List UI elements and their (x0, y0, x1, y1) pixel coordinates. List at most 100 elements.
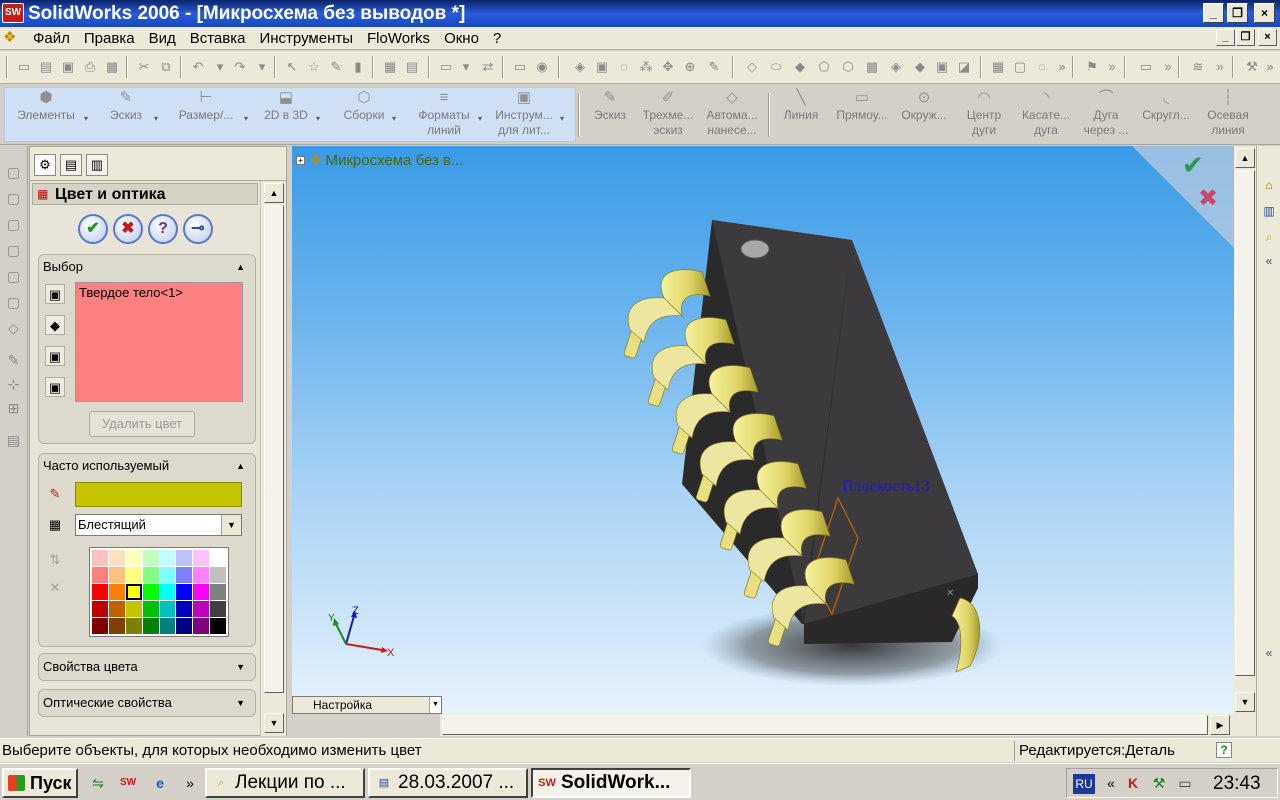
3d-view-icon[interactable]: ◈ (572, 59, 588, 75)
overflow-chevron-icon[interactable]: » (1212, 59, 1228, 75)
chevron-down-icon[interactable]: ▾ (316, 111, 320, 126)
palette-swatch[interactable] (142, 567, 159, 583)
property-manager-tab-icon[interactable]: ▤ (60, 154, 82, 176)
restore-button[interactable]: ❐ (1227, 3, 1248, 23)
cmd-assemblies[interactable]: ⬡ Сборки ▾ (338, 88, 396, 140)
select-bodies-icon[interactable]: ▣ (45, 346, 65, 366)
copy-icon[interactable]: ⧉ (158, 59, 174, 75)
cmd-centerline[interactable]: ┆ Осевая линия (1202, 88, 1254, 140)
chevron-down-icon[interactable]: ▼ (221, 515, 241, 535)
viewport-horizontal-scrollbar[interactable]: ▶ (440, 714, 1256, 736)
layers-icon[interactable]: ▤ (5, 432, 22, 449)
pattern-icon[interactable]: ▢ (1012, 59, 1028, 75)
cmd-line-formats[interactable]: ≡ Форматы линий ▾ (412, 88, 482, 140)
eyedropper-icon[interactable]: ✎ (45, 484, 65, 504)
redo-dropdown-icon[interactable]: ▾ (254, 59, 270, 75)
help-icon[interactable]: ? (1216, 742, 1232, 758)
open-icon[interactable]: ▤ (38, 59, 54, 75)
palette-swatch[interactable] (125, 584, 142, 600)
task-lectures[interactable]: ⌕ Лекции по ... (205, 768, 365, 798)
cmd-3point-arc[interactable]: ⌒ Дуга через ... (1080, 88, 1132, 140)
palette-swatch[interactable] (125, 618, 142, 634)
scroll-down-icon[interactable]: ▼ (264, 713, 284, 733)
palette-swatch[interactable] (108, 567, 125, 583)
rotate-icon[interactable]: ⁂ (638, 59, 654, 75)
undo-icon[interactable]: ↶ (190, 59, 206, 75)
menu-tools[interactable]: Инструменты (252, 27, 360, 50)
select-icon[interactable]: ↖ (284, 59, 300, 75)
property-manager-scrollbar[interactable]: ▲ ▼ (260, 181, 286, 736)
model-view[interactable]: ✕ (292, 146, 1234, 714)
palette-swatch[interactable] (176, 601, 193, 617)
help-button[interactable]: ? (148, 214, 178, 244)
palette-swatch[interactable] (92, 601, 108, 617)
remove-swatch-icon[interactable]: ✕ (45, 578, 65, 598)
palette-swatch[interactable] (159, 584, 176, 600)
chevron-down-icon[interactable]: ▾ (84, 111, 88, 126)
task-word-doc[interactable]: ▤ 28.03.2007 ... (368, 768, 528, 798)
confirm-cancel-icon[interactable]: ✖ (1198, 184, 1218, 212)
cmd-3d-sketch[interactable]: ✐ Трехме... эскиз (640, 88, 696, 140)
cmd-fillet[interactable]: ◟ Скругл... (1136, 88, 1196, 140)
palette-swatch[interactable] (159, 567, 176, 583)
menu-edit[interactable]: Правка (77, 27, 142, 50)
antivirus-icon[interactable]: K (1123, 773, 1143, 793)
collapse-pane-icon[interactable]: « (1260, 252, 1278, 270)
edit-appearance-icon[interactable]: ✎ (706, 59, 722, 75)
overflow-chevron-icon[interactable]: » (1160, 59, 1176, 75)
shell-icon[interactable]: ◆ (912, 59, 928, 75)
palette-swatch[interactable] (159, 618, 176, 634)
mirror-icon[interactable]: ▦ (990, 59, 1006, 75)
pan-icon[interactable]: ✥ (660, 59, 676, 75)
extrude-icon[interactable]: ⬭ (768, 59, 784, 75)
search-icon[interactable]: ⌕ (1260, 228, 1278, 246)
palette-swatch[interactable] (108, 584, 125, 600)
help-lightbulb-icon[interactable]: ◉ (534, 59, 550, 75)
palette-swatch[interactable] (159, 550, 176, 566)
overflow-chevron-icon[interactable]: » (1054, 59, 1070, 75)
palette-swatch[interactable] (210, 567, 226, 583)
palette-swatch[interactable] (142, 584, 159, 600)
macro-icon[interactable]: ≋ (1190, 59, 1206, 75)
fillet-feature-icon[interactable]: ▦ (864, 59, 880, 75)
cmd-sketch[interactable]: ✎ Эскиз ▾ (100, 88, 158, 140)
palette-swatch[interactable] (210, 550, 226, 566)
palette-swatch[interactable] (193, 567, 210, 583)
menu-file[interactable]: Файл (26, 27, 77, 50)
collapse-pane-icon[interactable]: « (1260, 644, 1278, 662)
edit-palette-icon[interactable]: ▦ (45, 515, 65, 535)
palette-swatch[interactable] (92, 584, 108, 600)
expand-down-icon[interactable]: ▼ (236, 659, 245, 675)
palette-swatch[interactable] (159, 601, 176, 617)
scroll-thumb[interactable] (264, 205, 284, 693)
finish-select[interactable]: Блестящий ▼ (75, 514, 242, 536)
current-color-swatch[interactable] (75, 482, 242, 507)
palette-swatch[interactable] (193, 550, 210, 566)
tray-expand-icon[interactable]: « (1101, 773, 1121, 793)
plane-label[interactable]: Плоскость13 (842, 478, 930, 496)
revolve-icon[interactable]: ◆ (792, 59, 808, 75)
rebuild-icon[interactable]: ▮ (350, 59, 366, 75)
select-features-icon[interactable]: ▣ (45, 377, 65, 397)
sketch-pencil-icon[interactable]: ✎ (5, 352, 22, 369)
chevron-down-icon[interactable]: ▾ (478, 111, 482, 126)
section-view-icon[interactable]: ▣ (594, 59, 610, 75)
cube-view-icon[interactable]: ▢ (5, 190, 22, 207)
sweep-icon[interactable]: ⬠ (816, 59, 832, 75)
palette-swatch[interactable] (142, 601, 159, 617)
selection-list[interactable]: Твердое тело<1> (75, 282, 243, 402)
note-icon[interactable]: ▭ (1138, 59, 1154, 75)
loft-icon[interactable]: ⬡ (840, 59, 856, 75)
palette-swatch[interactable] (125, 567, 142, 583)
confirm-ok-icon[interactable]: ✔ (1182, 151, 1204, 181)
doc-restore-button[interactable]: ❐ (1236, 29, 1255, 46)
menu-view[interactable]: Вид (142, 27, 183, 50)
sketch-tool-icon[interactable]: ✎ (328, 59, 344, 75)
palette-swatch[interactable] (176, 550, 193, 566)
feature-manager-tab-icon[interactable]: ⚙ (34, 154, 56, 176)
chevron-down-icon[interactable]: ▾ (244, 111, 248, 126)
menu-window[interactable]: Окно (437, 27, 486, 50)
cut-icon[interactable]: ✂ (136, 59, 152, 75)
monitor-icon[interactable]: ▭ (1175, 773, 1195, 793)
palette-swatch[interactable] (108, 550, 125, 566)
